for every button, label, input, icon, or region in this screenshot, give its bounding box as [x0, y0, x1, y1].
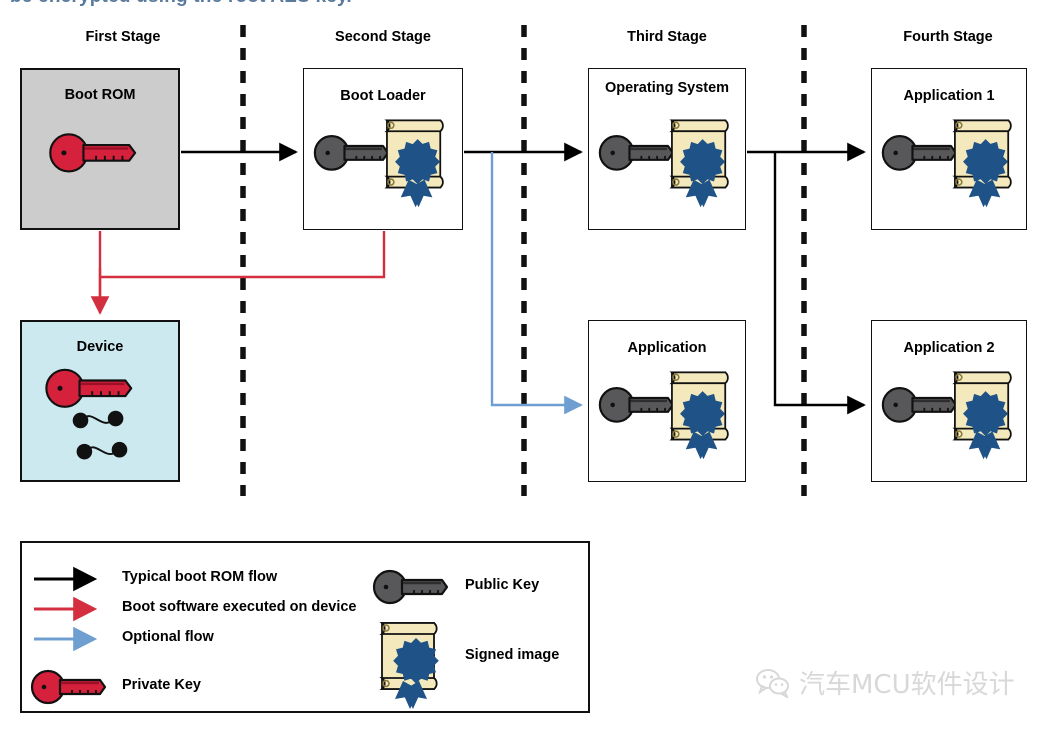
public-key-icon: [598, 387, 675, 423]
wavy-link-icon: [76, 441, 128, 460]
flow-optional-bootloader-to-application: [490, 152, 583, 415]
node-operating-system[interactable]: Operating System: [588, 68, 746, 230]
legend-label-signed-image: Signed image: [465, 647, 560, 663]
legend: Typical boot ROM flow Boot software exec…: [20, 541, 590, 713]
signed-image-icon: [952, 371, 1012, 460]
legend-public-key-icon: [372, 569, 449, 605]
public-key-icon: [313, 135, 390, 171]
legend-signed-image-icon: [379, 622, 439, 709]
signed-image-icon: [384, 119, 444, 208]
legend-label-optional-flow: Optional flow: [122, 629, 214, 645]
node-application-1[interactable]: Application 1: [871, 68, 1027, 230]
node-device-icons: [45, 368, 133, 460]
signed-image-icon: [669, 119, 729, 208]
node-application-2-icons: [881, 371, 1012, 460]
node-device[interactable]: Device: [20, 320, 180, 482]
private-key-icon: [45, 368, 133, 408]
node-application-icons: [598, 371, 729, 460]
node-operating-system-icons: [598, 119, 729, 208]
node-boot-loader-icons: [313, 119, 444, 208]
node-application-2[interactable]: Application 2: [871, 320, 1027, 482]
signed-image-icon: [952, 119, 1012, 208]
node-application-1-icons: [881, 119, 1012, 208]
public-key-icon: [598, 135, 675, 171]
public-key-icon: [881, 135, 957, 171]
legend-icons-layer: [30, 566, 449, 709]
legend-label-private-key: Private Key: [122, 677, 201, 693]
diagram-canvas: be encrypted using the root AES key. Fir…: [0, 0, 1056, 731]
wechat-icon: [756, 668, 789, 698]
legend-label-public-key: Public Key: [465, 577, 540, 593]
flow-os-to-application-2: [773, 152, 866, 415]
private-key-icon: [49, 133, 137, 173]
signed-image-icon: [669, 371, 729, 460]
wavy-link-icon: [72, 410, 124, 429]
watermark-text: 汽车MCU软件设计: [799, 670, 1015, 700]
watermark: 汽车MCU软件设计: [755, 664, 1015, 701]
public-key-icon: [881, 387, 957, 423]
node-boot-rom-icons: [49, 133, 137, 173]
node-boot-rom[interactable]: Boot ROM: [20, 68, 180, 230]
legend-private-key-icon: [30, 669, 107, 705]
legend-label-boot-software-executed: Boot software executed on device: [122, 599, 357, 615]
legend-label-typical-boot-rom-flow: Typical boot ROM flow: [122, 569, 278, 585]
node-boot-loader[interactable]: Boot Loader: [303, 68, 463, 230]
node-application[interactable]: Application: [588, 320, 746, 482]
